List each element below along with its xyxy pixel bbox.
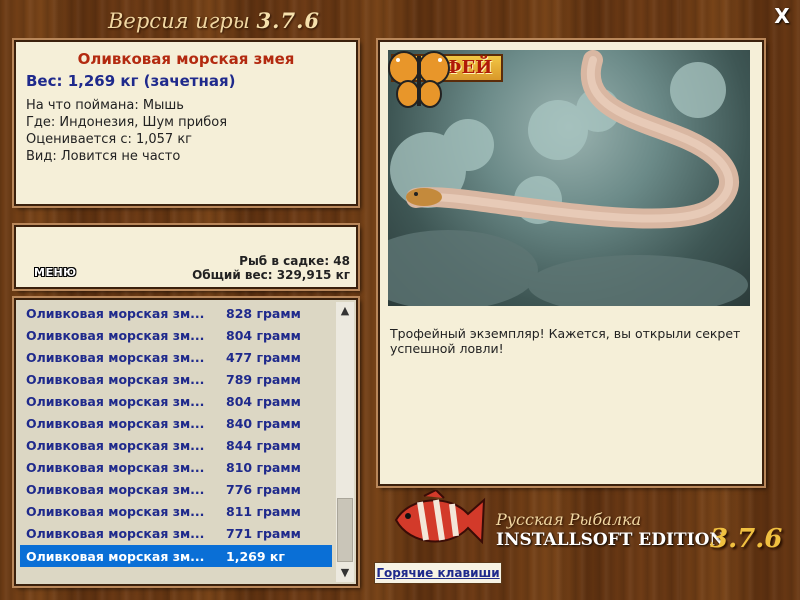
catch-weight: 844 грамм — [226, 438, 301, 454]
fish-threshold: Оценивается с: 1,057 кг — [26, 132, 193, 147]
stats-panel: МЕНЮ Рыб в садке: 48 Общий вес: 329,915 … — [14, 225, 358, 289]
fish-bait: На что поймана: Мышь — [26, 98, 184, 113]
fish-weight: Вес: 1,269 кг (зачетная) — [26, 72, 236, 90]
brand-title: Русская Рыбалка — [496, 510, 642, 529]
brand-version: 3.7.6 — [710, 524, 783, 554]
list-item[interactable]: Оливковая морская зм... 828 грамм — [20, 302, 332, 324]
catch-name: Оливковая морская зм... — [26, 305, 205, 321]
catch-name: Оливковая морская зм... — [26, 416, 205, 432]
catch-weight: 789 грамм — [226, 371, 301, 387]
catch-name: Оливковая морская зм... — [26, 371, 205, 387]
list-item[interactable]: Оливковая морская зм... 811 грамм — [20, 501, 332, 523]
list-item[interactable]: Оливковая морская зм... 844 грамм — [20, 435, 332, 457]
fish-count: Рыб в садке: 48 — [239, 254, 350, 268]
catch-weight: 811 грамм — [226, 504, 301, 520]
catch-name: Оливковая морская зм... — [26, 526, 205, 542]
butterfly-icon — [388, 51, 450, 108]
chevron-down-icon[interactable]: ▼ — [336, 564, 354, 582]
menu-button[interactable]: МЕНЮ — [34, 266, 77, 279]
list-item[interactable]: Оливковая морская зм... 789 грамм — [20, 368, 332, 390]
fish-logo-icon — [394, 490, 486, 545]
catch-weight: 828 грамм — [226, 305, 301, 321]
fish-info-panel: Оливковая морская змея Вес: 1,269 кг (за… — [14, 40, 358, 206]
catch-name: Оливковая морская зм... — [26, 504, 205, 520]
list-item[interactable]: Оливковая морская зм... 804 грамм — [20, 390, 332, 412]
catch-list[interactable]: Оливковая морская зм... 828 грамм Оливкова… — [20, 302, 332, 568]
catch-name: Оливковая морская зм... — [26, 393, 205, 409]
chevron-up-icon[interactable]: ▲ — [336, 302, 354, 320]
catch-name: Оливковая морская зм... — [26, 460, 205, 476]
list-scrollbar[interactable]: ▲ ▼ — [336, 302, 354, 582]
title-version: 3.7.6 — [256, 8, 321, 33]
trophy-description: Трофейный экземпляр! Кажется, вы открыли… — [390, 326, 741, 356]
fish-rarity: Вид: Ловится не часто — [26, 149, 181, 164]
trophy-panel: ТРОФЕЙ Трофейный экземпляр! Кажется, вы … — [378, 40, 764, 486]
catch-weight: 804 грамм — [226, 327, 301, 343]
catch-weight: 477 грамм — [226, 349, 301, 365]
total-weight: Общий вес: 329,915 кг — [192, 268, 350, 282]
list-item[interactable]: Оливковая морская зм... 776 грамм — [20, 479, 332, 501]
catch-weight: 776 грамм — [226, 482, 301, 498]
fish-name: Оливковая морская змея — [77, 50, 295, 68]
close-button[interactable]: X — [772, 6, 792, 26]
catch-weight: 840 грамм — [226, 416, 301, 432]
catch-weight: 810 грамм — [226, 460, 301, 476]
catch-list-panel: Оливковая морская зм... 828 грамм Оливкова… — [14, 298, 358, 586]
window-title: Версия игры 3.7.6 — [108, 8, 320, 33]
fish-photo: ТРОФЕЙ — [388, 50, 750, 306]
catch-weight: 771 грамм — [226, 526, 301, 542]
catch-name: Оливковая морская зм... — [26, 438, 205, 454]
catch-name: Оливковая морская зм... — [26, 327, 205, 343]
fish-location: Где: Индонезия, Шум прибоя — [26, 115, 228, 130]
list-item[interactable]: Оливковая морская зм... 810 грамм — [20, 457, 332, 479]
list-item[interactable]: Оливковая морская зм... 477 грамм — [20, 346, 332, 368]
hotkeys-button[interactable]: Горячие клавиши — [374, 562, 502, 584]
list-item[interactable]: Оливковая морская зм... 804 грамм — [20, 324, 332, 346]
catch-weight: 804 грамм — [226, 393, 301, 409]
title-prefix: Версия игры — [108, 9, 250, 33]
list-item[interactable]: Оливковая морская зм... 1,269 кг — [20, 545, 332, 568]
catch-name: Оливковая морская зм... — [26, 548, 205, 564]
list-item[interactable]: Оливковая морская зм... 771 грамм — [20, 523, 332, 545]
catch-name: Оливковая морская зм... — [26, 349, 205, 365]
scrollbar-thumb[interactable] — [337, 498, 353, 562]
list-item[interactable]: Оливковая морская зм... 840 грамм — [20, 412, 332, 434]
catch-weight: 1,269 кг — [226, 548, 285, 564]
close-icon: X — [774, 4, 790, 28]
catch-name: Оливковая морская зм... — [26, 482, 205, 498]
brand-edition: INSTALLSOFT EDITION — [496, 530, 725, 550]
